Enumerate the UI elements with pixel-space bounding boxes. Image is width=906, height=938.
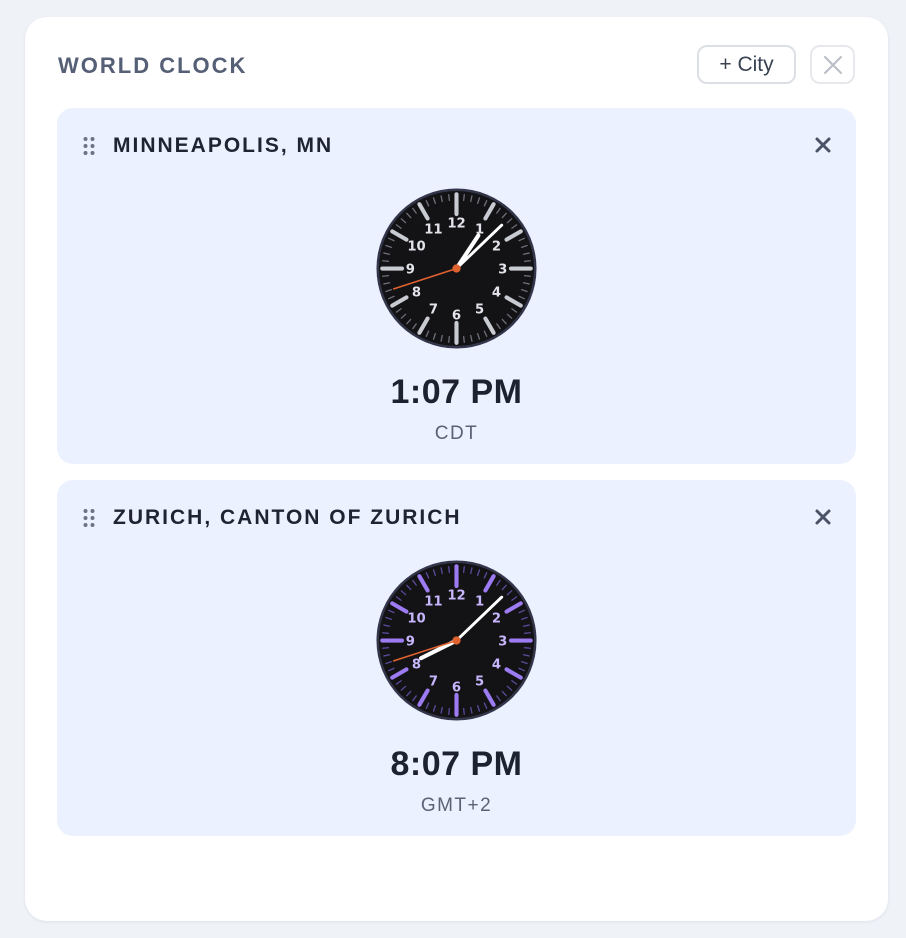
dial-number: 5: [475, 302, 484, 317]
dial-number: 8: [412, 286, 421, 301]
dial-number: 4: [492, 286, 501, 301]
timezone-label: GMT+2: [420, 795, 493, 816]
remove-city-icon[interactable]: [814, 508, 832, 526]
dial-number: 3: [498, 634, 507, 649]
close-widget-button[interactable]: [810, 45, 855, 84]
dial-number: 10: [407, 611, 425, 626]
minute-tick: [381, 274, 390, 277]
dial-number: 3: [498, 262, 507, 277]
minute-tick: [462, 707, 465, 716]
dial-number: 5: [475, 674, 484, 689]
drag-handle-icon[interactable]: [83, 136, 95, 156]
world-clock-widget: WORLD CLOCK + City MINNEAPOLIS, MN 12 1 2 3…: [25, 17, 888, 921]
dial-number: 9: [406, 262, 415, 277]
clock-card: ZURICH, CANTON OF ZURICH 12 1 2 3 4 5 6 7 8 9 10 11…: [57, 480, 856, 836]
dial-number: 4: [492, 658, 501, 673]
dial-number: 2: [492, 611, 501, 626]
dial-number: 6: [452, 681, 461, 696]
minute-tick: [523, 274, 532, 277]
city-name: ZURICH, CANTON OF ZURICH: [113, 506, 462, 529]
center-pin: [452, 264, 461, 273]
dial-number: 11: [424, 222, 442, 237]
digital-time: 8:07 PM: [390, 745, 523, 783]
minute-tick: [462, 565, 465, 574]
dial-number: 6: [452, 309, 461, 324]
widget-title: WORLD CLOCK: [58, 53, 248, 78]
minute-tick: [523, 632, 532, 635]
digital-time: 1:07 PM: [390, 373, 523, 411]
dial-number: 10: [407, 239, 425, 254]
drag-handle-icon[interactable]: [83, 508, 95, 528]
remove-city-icon[interactable]: [814, 136, 832, 154]
minute-tick: [448, 335, 451, 344]
dial-number: 2: [492, 239, 501, 254]
dial-number: 8: [412, 658, 421, 673]
dial-number: 12: [447, 588, 465, 603]
minute-tick: [448, 707, 451, 716]
center-pin: [452, 636, 461, 645]
minute-tick: [381, 632, 390, 635]
dial-number: 1: [475, 594, 484, 609]
timezone-label: CDT: [434, 423, 479, 444]
minute-tick: [523, 260, 532, 263]
add-city-button[interactable]: + City: [697, 45, 796, 84]
analog-clock: 12 1234567891011: [376, 188, 537, 349]
clock-card: MINNEAPOLIS, MN 12 1 2 3 4 5 6 7 8 9 10 11 1:07 PM …: [57, 108, 856, 464]
minute-tick: [523, 646, 532, 649]
minute-tick: [462, 193, 465, 202]
close-icon: [823, 55, 842, 74]
minute-tick: [381, 260, 390, 263]
analog-clock: 12 12 3 45678 9 10 11: [376, 560, 537, 721]
minute-tick: [381, 646, 390, 649]
dial-number: 7: [429, 302, 438, 317]
dial-number: 12: [447, 216, 465, 231]
minute-tick: [462, 335, 465, 344]
dial-number: 7: [429, 674, 438, 689]
dial-number: 9: [406, 634, 415, 649]
minute-tick: [448, 565, 451, 574]
dial-number: 11: [424, 594, 442, 609]
minute-tick: [448, 193, 451, 202]
city-name: MINNEAPOLIS, MN: [113, 134, 334, 157]
